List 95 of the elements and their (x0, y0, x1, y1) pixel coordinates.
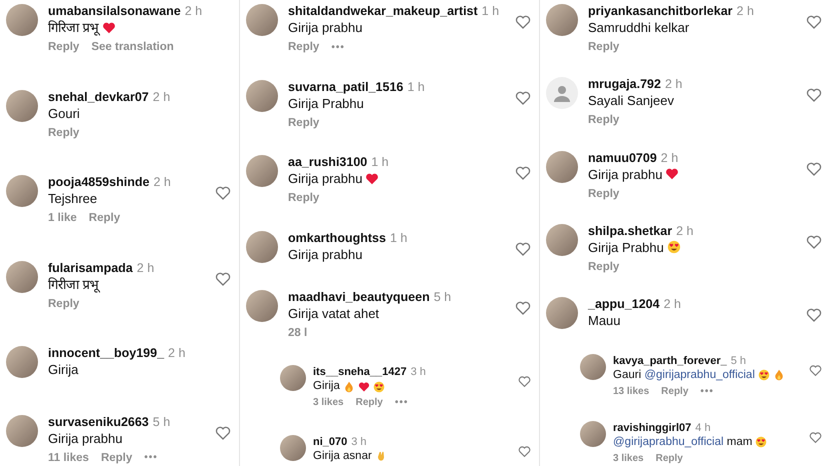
like-heart-icon[interactable] (215, 270, 231, 287)
comment-text: Mauu (588, 312, 621, 330)
comment-action-link[interactable]: Reply (661, 386, 688, 397)
heart-emoji-icon (665, 167, 680, 182)
more-options-button[interactable]: ••• (394, 397, 408, 408)
comment-header: umabansilalsonawane 2 h (48, 4, 204, 19)
comment-action-link[interactable]: Reply (48, 41, 80, 53)
comment-header: innocent__boy199_ 2 h (48, 346, 186, 362)
comment-header: mrugaja.792 2 h (588, 77, 684, 92)
comment-text: Samruddhi kelkar (588, 19, 690, 36)
comment-header: ravishinggirl07 4 h (613, 420, 712, 435)
like-heart-icon[interactable] (518, 375, 531, 388)
likes-count[interactable]: 13 likes (613, 386, 650, 397)
more-options-button[interactable]: ••• (144, 452, 158, 464)
comment-action-link[interactable]: Reply (656, 452, 683, 464)
comment-action-link[interactable]: Reply (588, 260, 620, 273)
comment-header: ni_070 3 h (313, 434, 368, 449)
comment-text: गिरिजा प्रभू (48, 19, 99, 36)
comment-action-link[interactable]: Reply (288, 116, 320, 129)
heart-eyes-emoji-icon (372, 380, 385, 393)
like-heart-icon[interactable] (806, 307, 822, 324)
comment-text: गिरीजा प्रभू (48, 276, 99, 293)
comment-header: its__sneha__1427 3 h (313, 365, 427, 380)
comment-action-link[interactable]: Reply (288, 192, 320, 204)
likes-count[interactable]: 11 likes (48, 452, 89, 464)
fire-emoji-icon (772, 369, 785, 382)
comment-text: Girija asnar (313, 448, 372, 464)
comment-action-link[interactable]: Reply (288, 41, 320, 53)
comment-action-link[interactable]: Reply (356, 397, 383, 408)
like-heart-icon[interactable] (806, 14, 822, 30)
comment-header: omkarthoughtss 1 h (288, 230, 408, 246)
comment-header: kavya_parth_forever_ 5 h (613, 354, 748, 368)
like-heart-icon[interactable] (806, 234, 822, 250)
comment-action-link[interactable]: Reply (88, 212, 120, 224)
like-heart-icon[interactable] (215, 185, 231, 202)
heart-eyes-emoji-icon (758, 369, 770, 382)
comment-header: shilpa.shetkar 2 h (588, 224, 694, 239)
comment-text: Girija Prabhu (588, 238, 664, 256)
like-heart-icon[interactable] (515, 14, 531, 30)
comment-header: _appu_1204 2 h (588, 297, 682, 312)
comment-action-link[interactable]: Reply (48, 298, 80, 310)
comment-text: Girija prabhu (48, 430, 122, 447)
comment-text: Gouri (48, 104, 80, 122)
like-heart-icon[interactable] (809, 430, 822, 444)
like-heart-icon[interactable] (518, 444, 531, 458)
comment-text: Gauri @girijaprabhu_official (613, 368, 755, 383)
heart-emoji-icon (102, 20, 116, 34)
comment-header: aa_rushi3100 1 h (288, 155, 390, 170)
comment-text: Girija Prabhu (288, 94, 364, 112)
likes-count[interactable]: 3 likes (613, 452, 644, 464)
comment-action-link[interactable]: Reply (588, 41, 620, 53)
heart-eyes-emoji-icon (755, 436, 768, 448)
comment-header: snehal_devkar07 2 h (48, 90, 172, 105)
like-heart-icon[interactable] (515, 90, 531, 106)
likes-count[interactable]: 3 likes (313, 397, 344, 408)
comment-text: Girija prabhu (288, 170, 362, 188)
comment-text: Girija vatat ahet (288, 304, 380, 322)
comment-header: pooja4859shinde 2 h (48, 175, 172, 190)
comment-text: Girija prabhu (288, 19, 362, 36)
comment-action-link[interactable]: Reply (48, 126, 80, 139)
comment-text: @girijaprabhu_official mam (613, 434, 752, 450)
comment-text: Girija prabhu (588, 166, 662, 183)
heart-emoji-icon (358, 380, 370, 393)
comment-header: fularisampada 2 h (48, 260, 156, 276)
mention-link[interactable]: @girijaprabhu_official (613, 436, 724, 448)
comment-action-link[interactable]: See translation (91, 41, 174, 53)
more-options-button[interactable]: ••• (700, 386, 714, 397)
likes-count[interactable]: 1 like (48, 212, 77, 224)
comment-action-link[interactable]: Reply (588, 188, 620, 200)
like-heart-icon[interactable] (809, 364, 822, 377)
mention-link[interactable]: @girijaprabhu_official (644, 368, 755, 381)
heart-emoji-icon (365, 172, 380, 186)
like-heart-icon[interactable] (515, 165, 531, 182)
like-heart-icon[interactable] (515, 240, 531, 257)
comment-header: maadhavi_beautyqueen 5 h (288, 290, 452, 305)
comment-header: survaseniku2663 5 h (48, 414, 172, 430)
comment-header: priyankasanchitborlekar 2 h (588, 4, 755, 19)
like-heart-icon[interactable] (515, 300, 531, 316)
comment-header: shitaldandwekar_makeup_artist 1 h (288, 4, 500, 19)
like-heart-icon[interactable] (806, 160, 822, 177)
comment-text: Tejshree (48, 190, 98, 208)
comment-action-link[interactable]: Reply (588, 114, 620, 126)
comment-text: Girija (313, 379, 340, 394)
more-options-button[interactable]: ••• (331, 42, 345, 52)
comment-text: Girija (48, 361, 78, 378)
comment-header: suvarna_patil_1516 1 h (288, 80, 426, 95)
heart-eyes-emoji-icon (666, 240, 681, 254)
likes-count[interactable]: 28 l (288, 326, 308, 339)
fire-emoji-icon (342, 380, 355, 393)
like-heart-icon[interactable] (215, 424, 231, 441)
comment-text: Girija prabhu (288, 246, 362, 263)
comment-action-link[interactable]: Reply (100, 452, 132, 464)
like-heart-icon[interactable] (806, 87, 822, 104)
comment-text: Sayali Sanjeev (588, 92, 674, 110)
comment-header: namuu0709 2 h (588, 150, 680, 166)
